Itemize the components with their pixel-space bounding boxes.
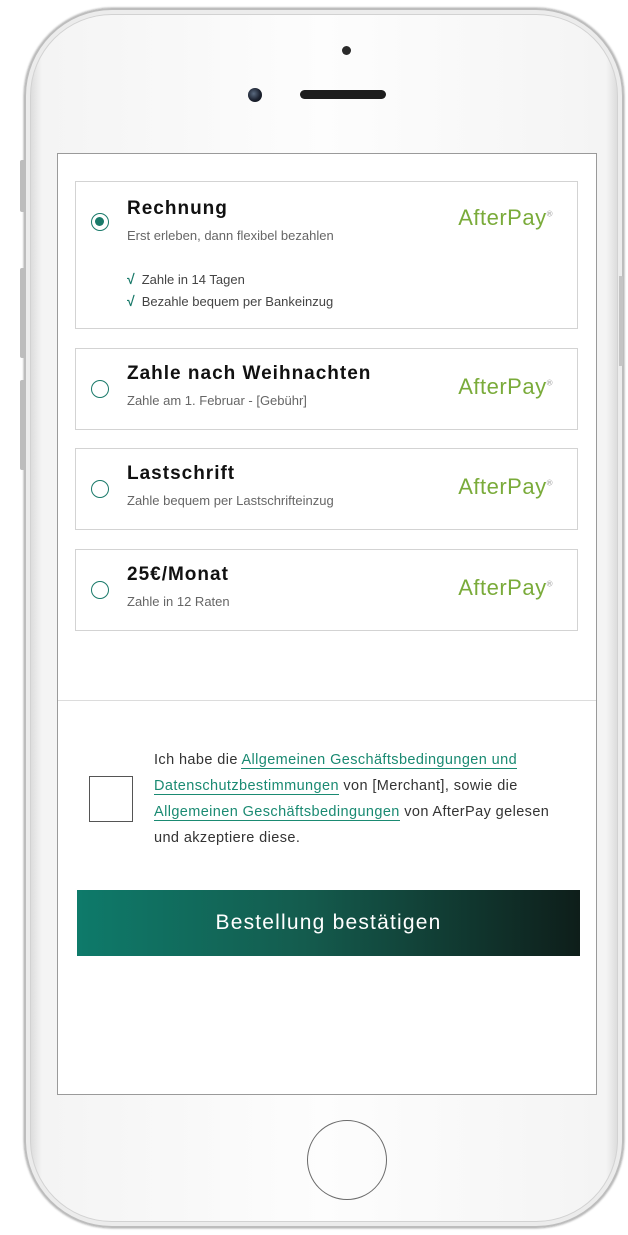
terms-text: Ich habe die Allgemeinen Geschäftsbeding… <box>154 752 550 846</box>
afterpay-logo: AfterPay® <box>458 575 553 600</box>
feature-item: √ Bezahle bequem per Bankeinzug <box>127 293 334 309</box>
terms-link-afterpay[interactable]: Allgemeinen Geschäftsbedingungen <box>154 804 400 821</box>
payment-option-monthly[interactable]: 25€/Monat Zahle in 12 Raten AfterPay® <box>75 549 578 631</box>
power-button <box>619 276 623 366</box>
radio-monthly[interactable] <box>91 581 109 599</box>
feature-item: √ Zahle in 14 Tagen <box>127 271 245 287</box>
option-subtitle: Zahle in 12 Raten <box>127 594 230 609</box>
option-title: 25€/Monat <box>127 564 229 585</box>
radio-rechnung[interactable] <box>91 213 109 231</box>
option-title: Zahle nach Weihnachten <box>127 363 372 384</box>
earpiece-speaker <box>300 90 386 99</box>
payment-option-rechnung[interactable]: Rechnung Erst erleben, dann flexibel bez… <box>75 181 578 329</box>
volume-down-button <box>20 380 25 470</box>
payment-option-zahle-nach-weihnachten[interactable]: Zahle nach Weihnachten Zahle am 1. Febru… <box>75 348 578 430</box>
volume-up-button <box>20 268 25 358</box>
confirm-order-button[interactable]: Bestellung bestätigen <box>77 890 580 956</box>
radio-lastschrift[interactable] <box>91 480 109 498</box>
option-subtitle: Zahle am 1. Februar - [Gebühr] <box>127 393 307 408</box>
silent-switch <box>20 160 25 212</box>
option-title: Rechnung <box>127 198 228 219</box>
checkout-screen: Rechnung Erst erleben, dann flexibel bez… <box>57 153 597 1095</box>
check-icon: √ <box>127 271 135 287</box>
afterpay-logo: AfterPay® <box>458 374 553 399</box>
afterpay-logo: AfterPay® <box>458 205 553 230</box>
radio-zahle-nach-weihnachten[interactable] <box>91 380 109 398</box>
divider <box>58 700 596 701</box>
payment-option-lastschrift[interactable]: Lastschrift Zahle bequem per Lastschrift… <box>75 448 578 530</box>
terms-checkbox[interactable] <box>89 776 133 822</box>
option-title: Lastschrift <box>127 463 236 484</box>
front-sensor <box>342 46 351 55</box>
check-icon: √ <box>127 293 135 309</box>
home-button[interactable] <box>307 1120 387 1200</box>
option-subtitle: Erst erleben, dann flexibel bezahlen <box>127 228 334 243</box>
option-subtitle: Zahle bequem per Lastschrifteinzug <box>127 493 334 508</box>
front-camera <box>248 88 262 102</box>
afterpay-logo: AfterPay® <box>458 474 553 499</box>
